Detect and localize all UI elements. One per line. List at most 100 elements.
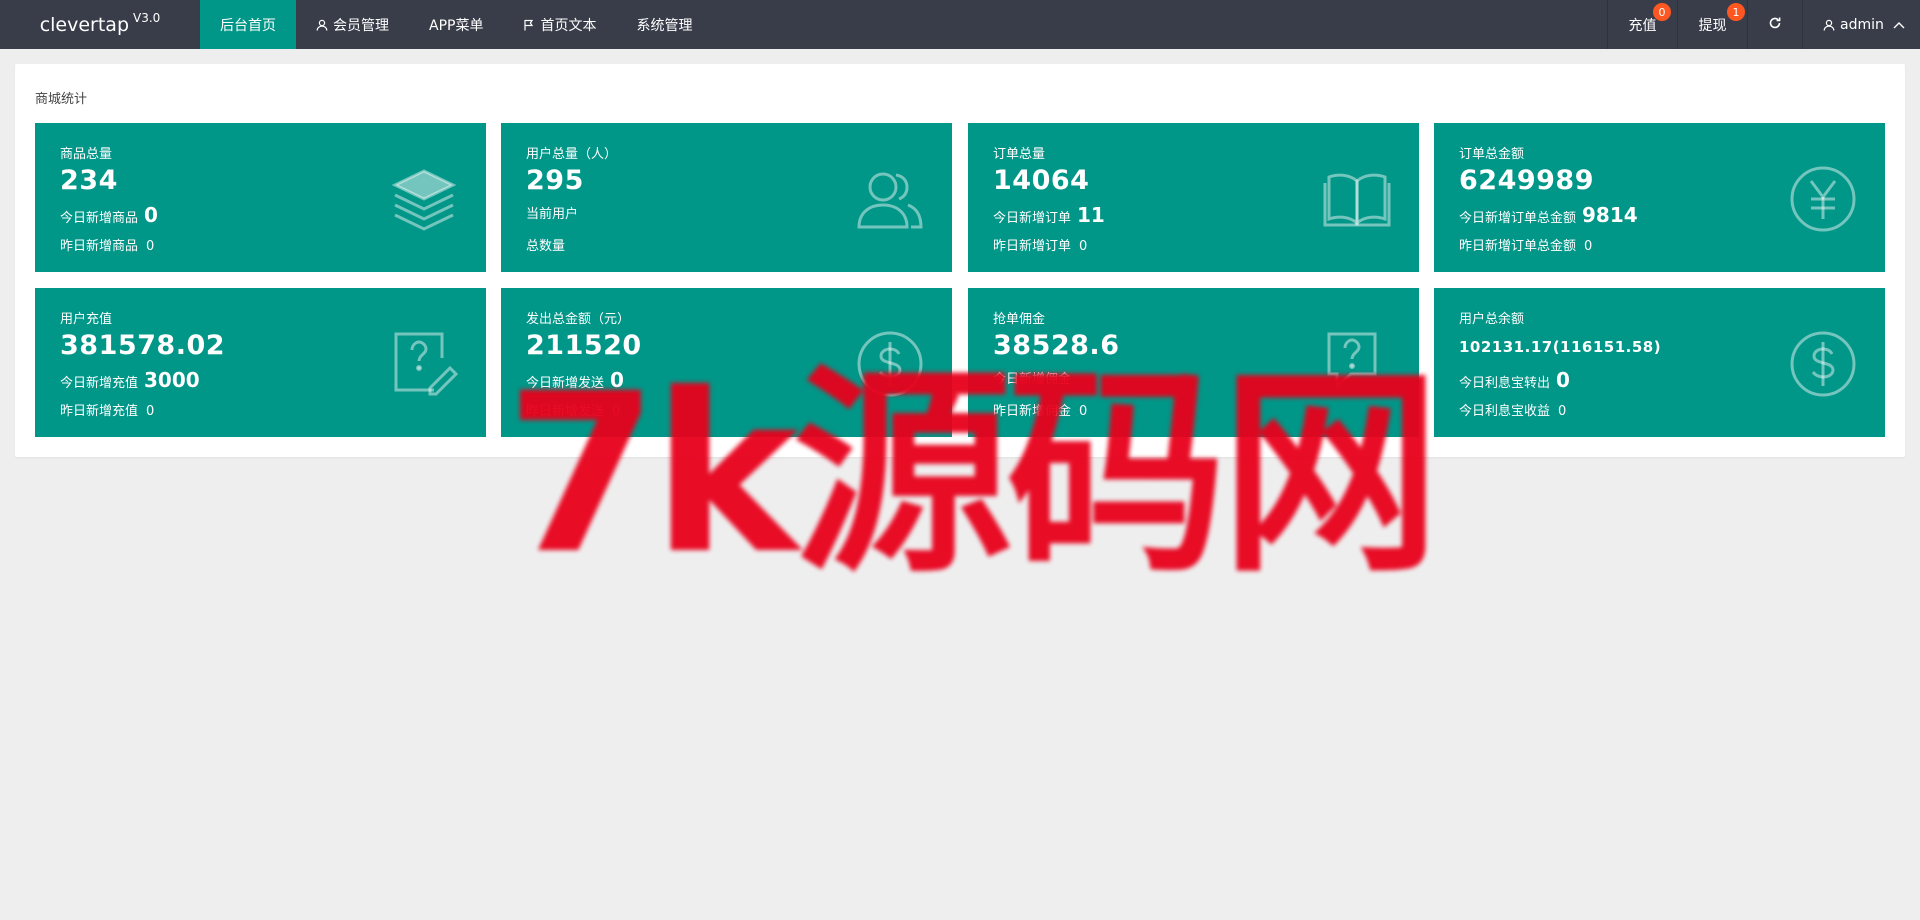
user-menu[interactable]: admin xyxy=(1802,0,1920,49)
panel-title: 商城统计 xyxy=(35,92,88,107)
tile-line1-label: 今日新增商品 xyxy=(60,211,139,226)
tile-line2-label: 昨日新增发送 xyxy=(526,404,605,419)
stat-tile-sent-amount: 发出总金额（元） 211520 今日新增发送 0 昨日新增发送 0 xyxy=(501,288,952,437)
tile-line2-value: 0 xyxy=(146,404,155,419)
tile-value: 211520 xyxy=(526,330,642,361)
dollar-icon xyxy=(856,330,924,398)
tile-line2: 昨日新增充值 0 xyxy=(60,400,154,419)
tile-line2-label: 总数量 xyxy=(526,239,566,254)
tile-line2: 昨日新增佣金 0 xyxy=(993,400,1087,419)
tile-line1: 今日新增订单总金额 9814 xyxy=(1459,203,1638,227)
tile-line1-value: 11 xyxy=(1077,203,1105,227)
stat-tile-products: 商品总量 234 今日新增商品 0 昨日新增商品 0 xyxy=(35,123,486,272)
users-icon xyxy=(856,165,924,233)
recharge-label: 充值 xyxy=(1628,17,1657,34)
nav-item-label: 系统管理 xyxy=(636,17,693,34)
tile-line2: 昨日新增发送 0 xyxy=(526,400,620,419)
tile-value: 234 xyxy=(60,165,118,196)
nav-right-tools: 充值 0 提现 1 admin xyxy=(1607,0,1920,49)
tile-line1: 今日新增商品 0 xyxy=(60,203,158,227)
withdraw-badge: 1 xyxy=(1727,3,1745,21)
tile-line1: 今日新增充值 3000 xyxy=(60,368,200,392)
tile-line2-label: 昨日新增商品 xyxy=(60,239,139,254)
layers-icon xyxy=(390,165,458,233)
withdraw-label: 提现 xyxy=(1698,17,1727,34)
tile-line1-value: 0 xyxy=(610,368,624,392)
nav-item-label: APP菜单 xyxy=(429,17,484,34)
recharge-badge: 0 xyxy=(1653,3,1671,21)
nav-item-dashboard[interactable]: 后台首页 xyxy=(200,0,296,49)
brand-name: clevertap xyxy=(39,13,130,36)
nav-item-home-text[interactable]: 首页文本 xyxy=(503,0,616,49)
refresh-button[interactable] xyxy=(1747,0,1802,49)
tile-title: 抢单佣金 xyxy=(993,312,1046,327)
tile-line2: 昨日新增商品 0 xyxy=(60,235,154,254)
user-name: admin xyxy=(1840,16,1884,33)
tile-line1: 今日新增发送 0 xyxy=(526,368,624,392)
tile-title: 发出总金额（元） xyxy=(526,312,631,327)
tile-line2-label: 昨日新增佣金 xyxy=(993,404,1072,419)
nav-item-system[interactable]: 系统管理 xyxy=(616,0,712,49)
dollar-icon xyxy=(1789,330,1857,398)
tile-line2-value: 0 xyxy=(146,239,155,254)
tile-line2-value: 0 xyxy=(1079,404,1088,419)
tile-title: 用户总余额 xyxy=(1459,312,1525,327)
tile-line1-value: 0 xyxy=(1556,368,1570,392)
brand-logo[interactable]: clevertap V3.0 xyxy=(0,0,200,49)
tile-line1-label: 当前用户 xyxy=(526,207,579,222)
tile-line1-value: 9814 xyxy=(1582,203,1638,227)
stat-tile-recharge: 用户充值 381578.02 今日新增充值 3000 昨日新增充值 0 xyxy=(35,288,486,437)
nav-item-label: 后台首页 xyxy=(220,17,276,34)
chevron-up-icon xyxy=(1893,21,1905,29)
tile-line2-label: 昨日新增充值 xyxy=(60,404,139,419)
tile-line1-label: 今日新增发送 xyxy=(526,376,605,391)
tile-line1: 今日利息宝转出 0 xyxy=(1459,368,1570,392)
tile-line2-value: 0 xyxy=(1079,239,1088,254)
user-icon xyxy=(316,19,328,31)
tile-line2-value: 0 xyxy=(1558,404,1567,419)
tile-line2-label: 今日利息宝收益 xyxy=(1459,404,1551,419)
tile-title: 订单总量 xyxy=(993,147,1046,162)
tile-line2-value: 0 xyxy=(612,404,621,419)
mall-stats-panel: 商城统计 商品总量 234 今日新增商品 0 昨日新增商品 0 用户总量（人） … xyxy=(15,64,1905,457)
tile-line2-value: 0 xyxy=(1584,239,1593,254)
refresh-icon xyxy=(1768,16,1782,34)
nav-item-members[interactable]: 会员管理 xyxy=(296,0,409,49)
tile-line1: 今日新增订单 11 xyxy=(993,203,1105,227)
top-navbar: clevertap V3.0 后台首页 会员管理 APP菜单 首页文本 系统管理… xyxy=(0,0,1920,49)
recharge-button[interactable]: 充值 0 xyxy=(1607,0,1677,49)
question-chat-icon xyxy=(1323,330,1391,398)
question-edit-icon xyxy=(390,330,459,398)
yen-icon xyxy=(1789,165,1857,233)
user-icon xyxy=(1823,19,1835,31)
book-icon xyxy=(1323,165,1391,233)
tile-line1-label: 今日新增订单总金额 xyxy=(1459,211,1577,226)
withdraw-button[interactable]: 提现 1 xyxy=(1677,0,1747,49)
tile-line2: 昨日新增订单 0 xyxy=(993,235,1087,254)
tile-title: 用户充值 xyxy=(60,312,113,327)
stat-tile-commission: 抢单佣金 38528.6 今日新增佣金 昨日新增佣金 0 xyxy=(968,288,1419,437)
stat-tile-total-balance: 用户总余额 102131.17(116151.58) 今日利息宝转出 0 今日利… xyxy=(1434,288,1885,437)
tile-line1-value: 3000 xyxy=(144,368,200,392)
stat-tile-order-amount: 订单总金额 6249989 今日新增订单总金额 9814 昨日新增订单总金额 0 xyxy=(1434,123,1885,272)
tile-value: 14064 xyxy=(993,165,1090,196)
tile-line2: 今日利息宝收益 0 xyxy=(1459,400,1566,419)
tile-value: 38528.6 xyxy=(993,330,1120,361)
flag-icon xyxy=(523,19,535,31)
tile-title: 订单总金额 xyxy=(1459,147,1525,162)
nav-item-label: 首页文本 xyxy=(540,17,597,34)
nav-item-label: 会员管理 xyxy=(333,17,389,34)
tile-line2: 昨日新增订单总金额 0 xyxy=(1459,235,1592,254)
tile-value: 102131.17(116151.58) xyxy=(1459,338,1662,356)
tile-line1: 今日新增佣金 xyxy=(993,368,1071,387)
tile-title: 商品总量 xyxy=(60,147,113,162)
brand-version: V3.0 xyxy=(133,10,161,25)
tile-line2-label: 昨日新增订单 xyxy=(993,239,1072,254)
tile-line1-label: 今日利息宝转出 xyxy=(1459,376,1551,391)
main-nav: 后台首页 会员管理 APP菜单 首页文本 系统管理 xyxy=(200,0,712,49)
nav-item-app-menu[interactable]: APP菜单 xyxy=(409,0,503,49)
tile-line2-label: 昨日新增订单总金额 xyxy=(1459,239,1577,254)
tile-line1-value: 0 xyxy=(144,203,158,227)
tile-line1: 当前用户 xyxy=(526,203,578,222)
tile-value: 6249989 xyxy=(1459,165,1595,196)
